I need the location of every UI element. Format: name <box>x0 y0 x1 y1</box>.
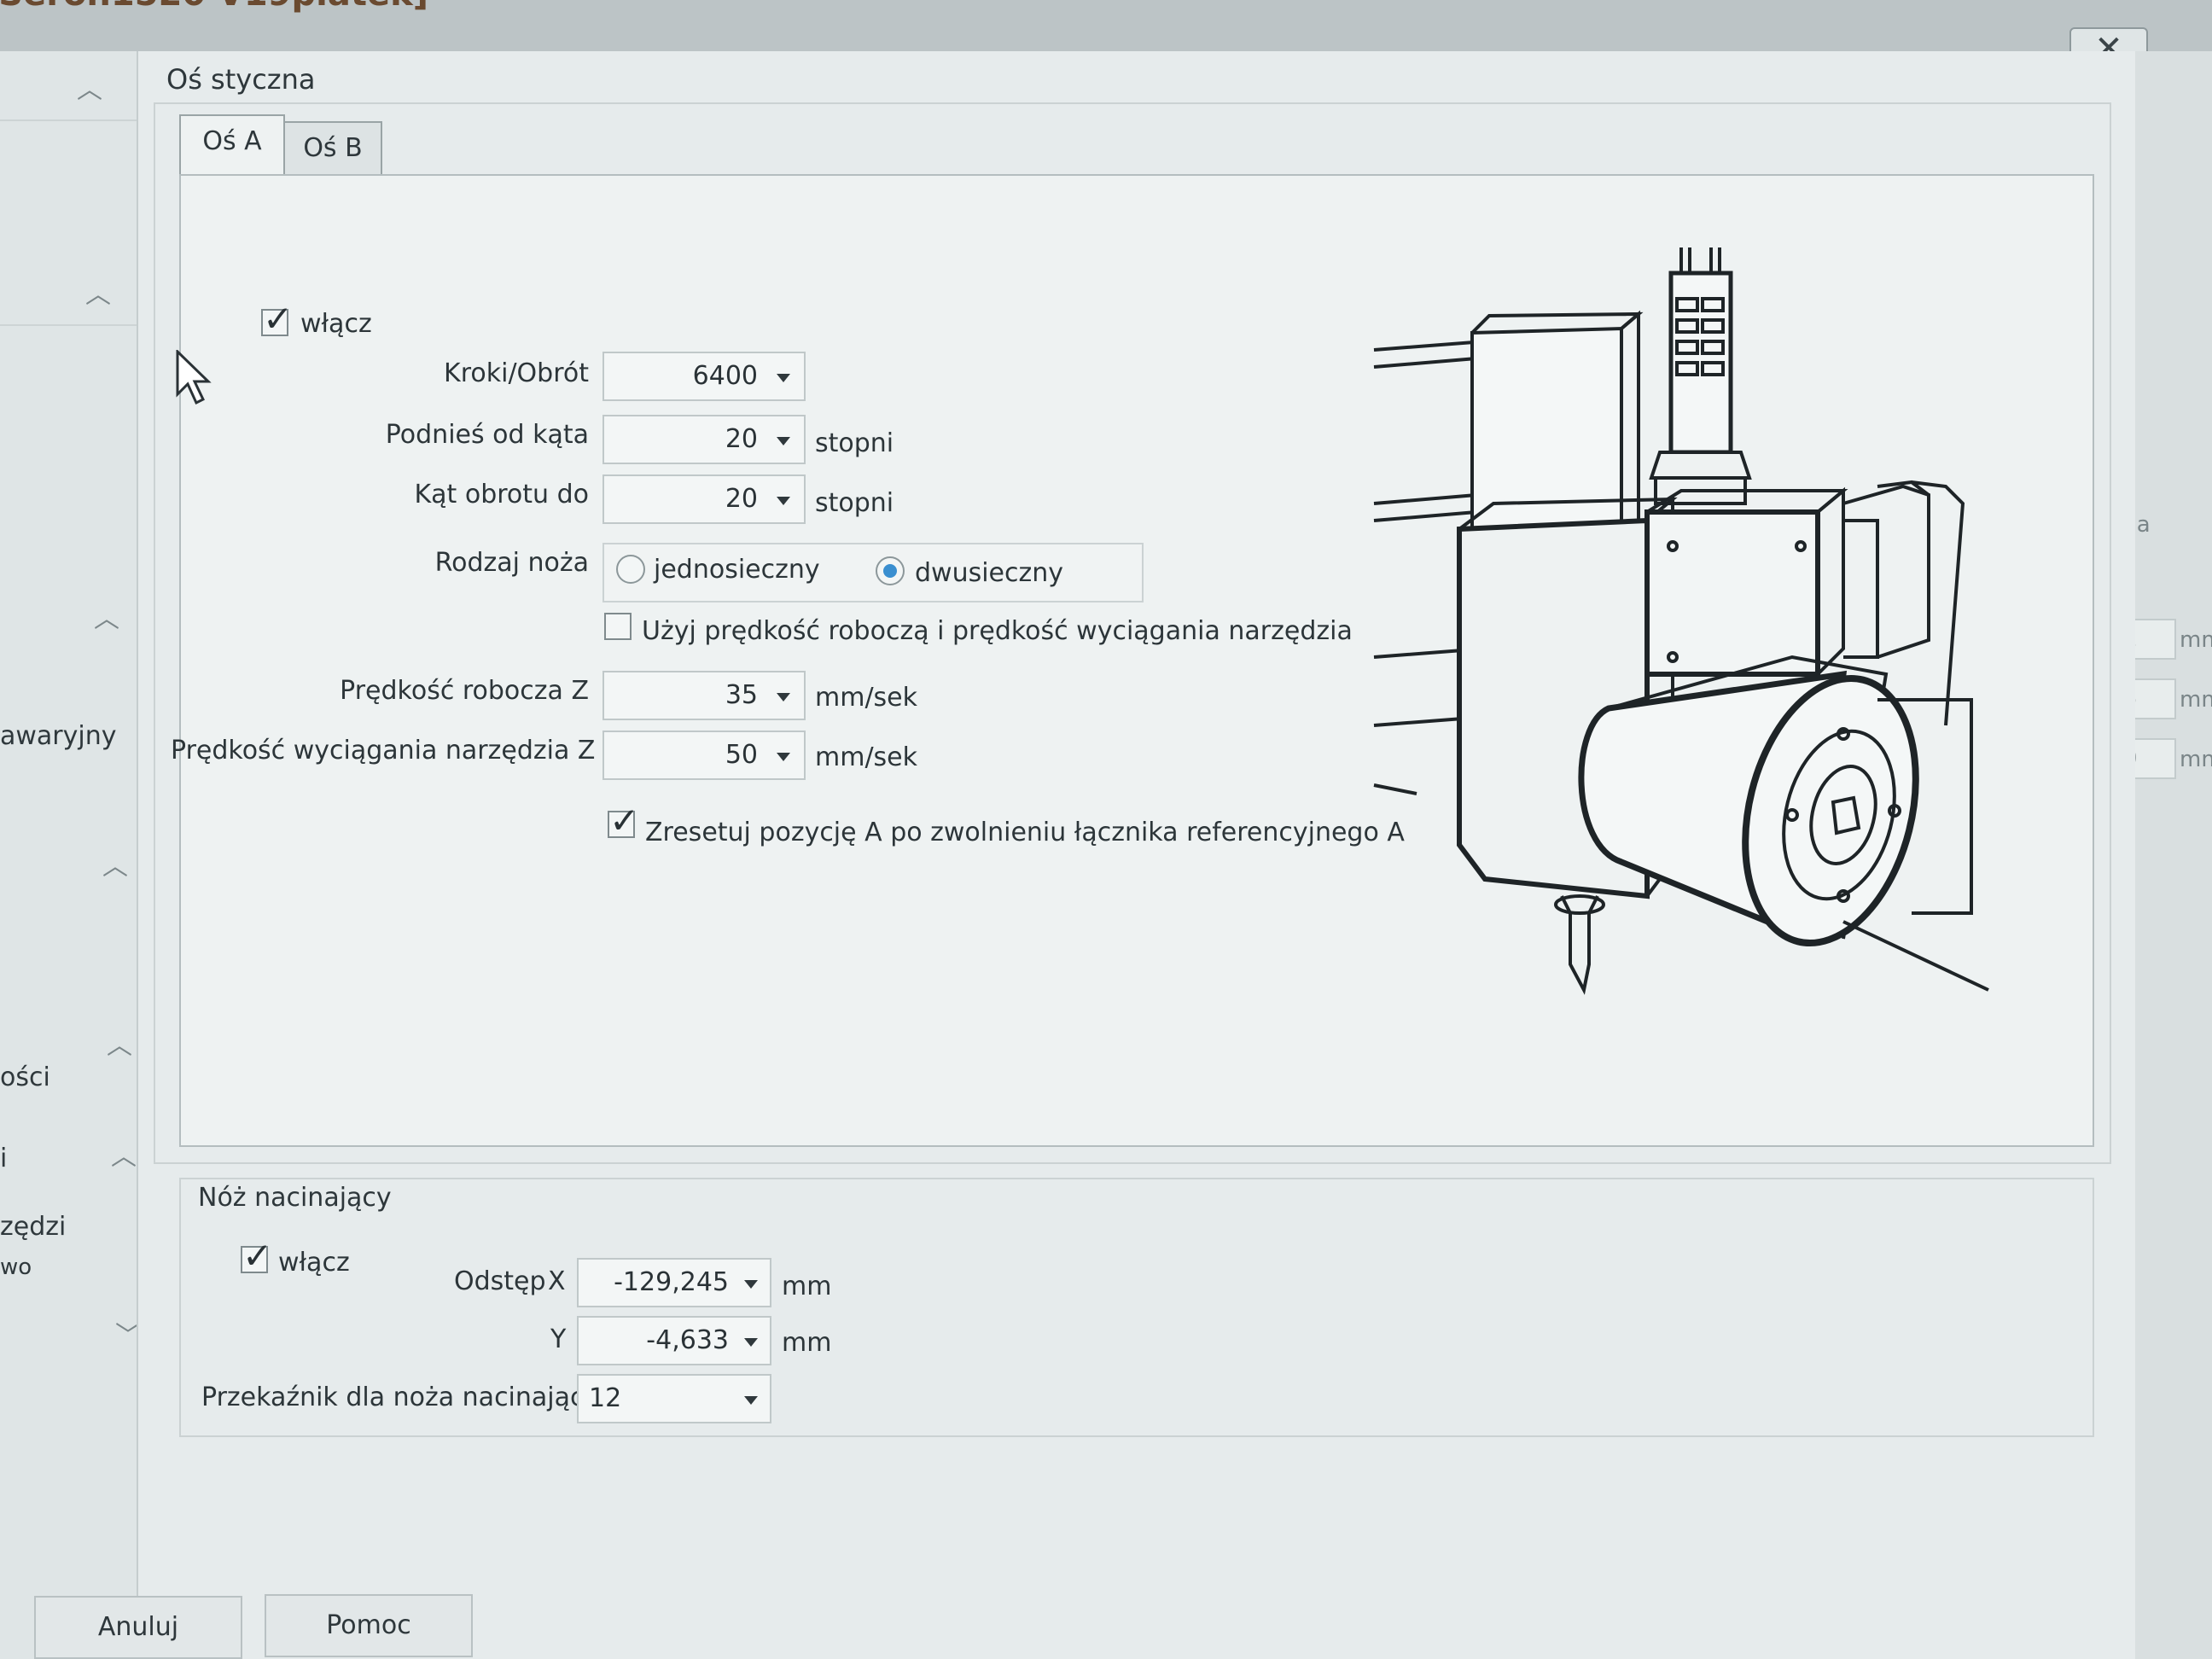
unit-label: mm <box>2180 627 2212 653</box>
left-sidebar: ︿ ︿ ︿ awaryjny ︿ ︿ ości i ︿ zędzi wo ﹀ <box>0 51 154 1659</box>
offset-y-combo[interactable]: -4,633 <box>577 1316 771 1365</box>
unit-label: mm <box>2180 747 2212 772</box>
offset-x-unit: mm <box>782 1272 832 1301</box>
sidebar-item[interactable]: i <box>0 1144 7 1173</box>
cutting-knife-enable-checkbox[interactable]: ✓ <box>241 1238 272 1274</box>
window-title: [Seron1520-V19platek] <box>0 0 428 14</box>
title-bar: [Seron1520-V19platek] <box>0 0 2212 51</box>
chevron-up-icon[interactable]: ︿ <box>107 1024 132 1062</box>
steps-label: Kroki/Obrót <box>444 358 589 388</box>
group-title-tangential-axis: Oś styczna <box>166 63 316 96</box>
dropdown-arrow-icon[interactable] <box>777 693 790 701</box>
sidebar-section[interactable]: ︿ <box>0 51 145 121</box>
reset-position-checkbox[interactable]: ✓ <box>608 803 639 839</box>
relay-combo[interactable]: 12 <box>577 1374 771 1423</box>
offset-y-value: -4,633 <box>646 1325 729 1355</box>
tangential-knife-illustration <box>1373 247 1989 995</box>
dropdown-arrow-icon[interactable] <box>744 1338 758 1347</box>
offset-x-label: X <box>548 1266 566 1296</box>
radio-double-edge[interactable] <box>876 556 905 585</box>
offset-y-label: Y <box>550 1324 567 1354</box>
chevron-up-icon[interactable]: ︿ <box>94 597 119 635</box>
help-button[interactable]: Pomoc <box>265 1594 473 1657</box>
work-speed-combo[interactable]: 35 <box>602 671 806 720</box>
radio-single-edge-label[interactable]: jednosieczny <box>654 555 820 585</box>
sidebar-item[interactable]: wo <box>0 1254 32 1280</box>
pull-speed-combo[interactable]: 50 <box>602 731 806 780</box>
offset-label: Odstęp <box>454 1266 546 1296</box>
dropdown-arrow-icon[interactable] <box>777 374 790 382</box>
pull-speed-value: 50 <box>725 740 758 770</box>
sidebar-section[interactable]: ︿ <box>0 998 145 1067</box>
work-speed-unit: mm/sek <box>815 683 918 713</box>
lift-angle-value: 20 <box>725 424 758 454</box>
work-speed-label: Prędkość robocza Z <box>340 676 589 706</box>
sidebar-item[interactable]: ości <box>0 1062 50 1092</box>
lift-angle-unit: stopni <box>815 428 894 458</box>
dropdown-arrow-icon[interactable] <box>777 437 790 445</box>
tab-axis-b[interactable]: Oś B <box>283 121 382 176</box>
lift-angle-label: Podnieś od kąta <box>385 420 589 450</box>
cutting-knife-enable-label: włącz <box>278 1248 350 1278</box>
unit-label: mm <box>2180 687 2212 713</box>
mouse-cursor-icon <box>176 350 212 405</box>
radio-single-edge[interactable] <box>616 555 645 584</box>
use-speed-checkbox[interactable] <box>604 613 632 640</box>
work-speed-value: 35 <box>725 680 758 710</box>
relay-label: Przekaźnik dla noża nacinającego <box>201 1382 632 1412</box>
chevron-up-icon[interactable]: ︿ <box>111 1135 137 1173</box>
dropdown-arrow-icon[interactable] <box>777 753 790 761</box>
reset-position-label: Zresetuj pozycję A po zwolnieniu łącznik… <box>645 818 1405 847</box>
use-speed-label: Użyj prędkość roboczą i prędkość wyciąga… <box>642 616 1353 646</box>
dropdown-arrow-icon[interactable] <box>777 497 790 505</box>
check-icon: ✓ <box>242 1235 273 1277</box>
dropdown-arrow-icon[interactable] <box>744 1396 758 1405</box>
sidebar-item[interactable]: awaryjny <box>0 721 117 751</box>
steps-value: 6400 <box>692 361 758 391</box>
relay-value: 12 <box>589 1383 622 1413</box>
chevron-up-icon[interactable]: ︿ <box>85 273 111 311</box>
chevron-up-icon[interactable]: ︿ <box>77 68 102 106</box>
chevron-up-icon[interactable]: ︿ <box>102 845 128 882</box>
offset-y-unit: mm <box>782 1328 832 1358</box>
rotation-angle-value: 20 <box>725 484 758 514</box>
sidebar-section[interactable]: ︿ <box>0 819 145 888</box>
steps-combo[interactable]: 6400 <box>602 352 806 401</box>
rotation-angle-unit: stopni <box>815 488 894 518</box>
pull-speed-unit: mm/sek <box>815 742 918 772</box>
enable-checkbox[interactable]: ✓ <box>261 301 293 337</box>
group-title-cutting-knife: Nóż nacinający <box>198 1183 392 1213</box>
knife-type-label: Rodzaj noża <box>434 548 589 578</box>
pull-speed-label: Prędkość wyciągania narzędzia Z <box>171 736 596 765</box>
offset-x-value: -129,245 <box>614 1267 729 1297</box>
radio-double-edge-label[interactable]: dwusieczny <box>915 558 1063 588</box>
sidebar-item[interactable]: zędzi <box>0 1212 66 1242</box>
enable-label: włącz <box>300 309 372 339</box>
cancel-button[interactable]: Anuluj <box>34 1596 242 1659</box>
offset-x-combo[interactable]: -129,245 <box>577 1258 771 1307</box>
tab-axis-a[interactable]: Oś A <box>179 114 285 174</box>
check-icon: ✓ <box>609 800 640 841</box>
rotation-angle-combo[interactable]: 20 <box>602 474 806 524</box>
check-icon: ✓ <box>263 298 294 340</box>
sidebar-section[interactable]: ︿ <box>0 256 145 326</box>
dropdown-arrow-icon[interactable] <box>744 1280 758 1289</box>
lift-angle-combo[interactable]: 20 <box>602 415 806 464</box>
sidebar-section[interactable]: ︿ <box>0 580 145 649</box>
rotation-angle-label: Kąt obrotu do <box>414 480 590 509</box>
